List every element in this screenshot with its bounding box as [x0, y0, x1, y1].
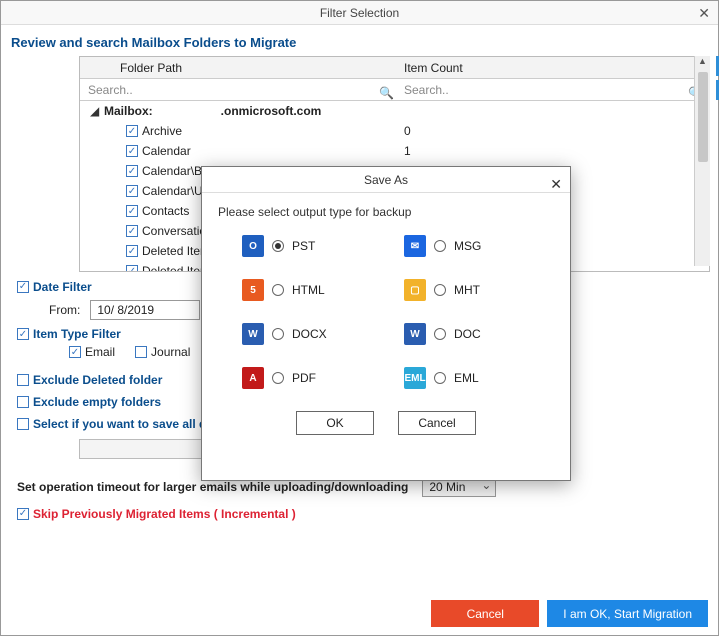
from-label: From:	[49, 303, 80, 317]
folder-checkbox[interactable]	[126, 225, 138, 237]
msg-label: MSG	[454, 239, 481, 253]
search-folder-path[interactable]: Search.. 🔍	[80, 83, 400, 97]
journal-label: Journal	[151, 345, 190, 359]
pst-label: PST	[292, 239, 315, 253]
mht-radio[interactable]	[434, 284, 446, 296]
doc-icon: W	[404, 323, 426, 345]
doc-label: DOC	[454, 327, 481, 341]
search-icon[interactable]: 🔍	[379, 86, 394, 100]
skip-migrated-checkbox[interactable]	[17, 508, 29, 520]
save-all-label: Select if you want to save all dat	[33, 417, 217, 431]
pdf-radio[interactable]	[272, 372, 284, 384]
docx-icon: W	[242, 323, 264, 345]
mailbox-label: Mailbox:	[104, 104, 153, 118]
pdf-icon: A	[242, 367, 264, 389]
start-migration-button[interactable]: I am OK, Start Migration	[547, 600, 708, 627]
from-date-input[interactable]: 10/ 8/2019	[90, 300, 200, 320]
window-titlebar: Filter Selection ✕	[1, 1, 718, 25]
search-item-count[interactable]: Search.. 🔍	[400, 83, 709, 97]
docx-label: DOCX	[292, 327, 327, 341]
dialog-cancel-button[interactable]: Cancel	[398, 411, 476, 435]
save-as-dialog: Save As ✕ Please select output type for …	[201, 166, 571, 481]
mht-icon: ▢	[404, 279, 426, 301]
msg-icon: ✉	[404, 235, 426, 257]
docx-radio[interactable]	[272, 328, 284, 340]
mailbox-domain: .onmicrosoft.com	[221, 104, 322, 118]
cancel-button[interactable]: Cancel	[431, 600, 539, 627]
html-label: HTML	[292, 283, 325, 297]
folder-checkbox[interactable]	[126, 185, 138, 197]
dialog-close-icon[interactable]: ✕	[550, 171, 562, 197]
item-type-filter-checkbox[interactable]	[17, 328, 29, 340]
timeout-label: Set operation timeout for larger emails …	[17, 480, 408, 494]
skip-migrated-label: Skip Previously Migrated Items ( Increme…	[33, 507, 296, 521]
html-radio[interactable]	[272, 284, 284, 296]
dialog-title: Save As	[364, 173, 408, 187]
folder-name: Calendar	[142, 144, 191, 158]
page-header: Review and search Mailbox Folders to Mig…	[1, 25, 718, 56]
mht-label: MHT	[454, 283, 480, 297]
eml-label: EML	[454, 371, 479, 385]
html-icon: 5	[242, 279, 264, 301]
window-close-icon[interactable]: ✕	[698, 1, 710, 25]
date-filter-checkbox[interactable]	[17, 281, 29, 293]
exclude-empty-label: Exclude empty folders	[33, 395, 161, 409]
scrollbar[interactable]: ▲	[694, 56, 710, 266]
folder-checkbox[interactable]	[126, 265, 138, 271]
pdf-label: PDF	[292, 371, 316, 385]
dialog-ok-button[interactable]: OK	[296, 411, 374, 435]
email-checkbox[interactable]	[69, 346, 81, 358]
exclude-deleted-label: Exclude Deleted folder	[33, 373, 162, 387]
dialog-message: Please select output type for backup	[202, 193, 570, 225]
expand-icon[interactable]: ◢	[90, 104, 100, 118]
folder-checkbox[interactable]	[126, 145, 138, 157]
exclude-empty-checkbox[interactable]	[17, 396, 29, 408]
folder-checkbox[interactable]	[126, 125, 138, 137]
pst-radio[interactable]	[272, 240, 284, 252]
email-label: Email	[85, 345, 115, 359]
col-item-count[interactable]: Item Count	[400, 61, 709, 75]
exclude-deleted-checkbox[interactable]	[17, 374, 29, 386]
pst-icon: O	[242, 235, 264, 257]
scroll-thumb[interactable]	[698, 72, 708, 162]
window-title: Filter Selection	[320, 6, 399, 20]
item-type-filter-label: Item Type Filter	[33, 327, 121, 341]
scroll-up-icon[interactable]: ▲	[695, 56, 710, 70]
col-folder-path[interactable]: Folder Path	[80, 61, 400, 75]
msg-radio[interactable]	[434, 240, 446, 252]
folder-name: Archive	[142, 124, 182, 138]
date-filter-label: Date Filter	[33, 280, 92, 294]
folder-checkbox[interactable]	[126, 165, 138, 177]
folder-name: Contacts	[142, 204, 189, 218]
folder-checkbox[interactable]	[126, 245, 138, 257]
save-all-checkbox[interactable]	[17, 418, 29, 430]
journal-checkbox[interactable]	[135, 346, 147, 358]
eml-radio[interactable]	[434, 372, 446, 384]
eml-icon: EML	[404, 367, 426, 389]
doc-radio[interactable]	[434, 328, 446, 340]
folder-checkbox[interactable]	[126, 205, 138, 217]
